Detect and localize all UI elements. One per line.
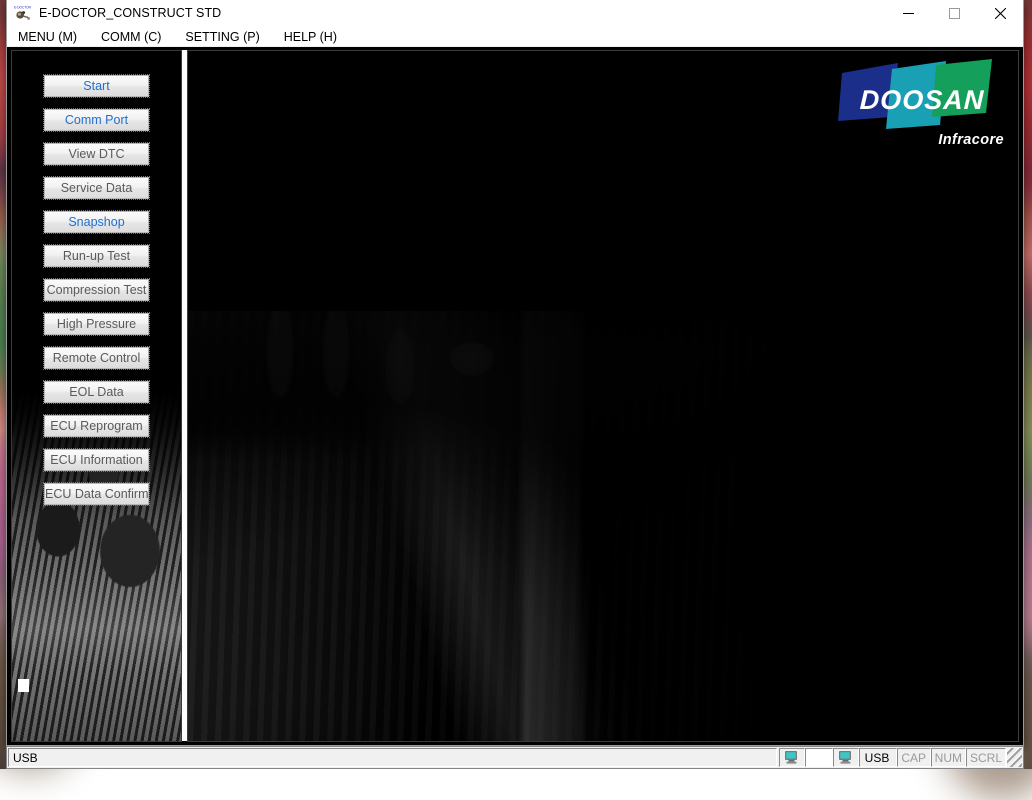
sidebar-button-ecu-data-confirm[interactable]: ECU Data Confirm: [43, 482, 150, 506]
logo-wordmark: DOOSAN: [859, 85, 985, 115]
status-bar: USB USB CAP NUM SCRL: [6, 746, 1024, 769]
menu-item-help[interactable]: HELP (H): [282, 29, 339, 45]
sidebar-button-remote-control[interactable]: Remote Control: [43, 346, 150, 370]
sidebar-scroll-thumb[interactable]: [18, 679, 29, 692]
sidebar-button-high-pressure[interactable]: High Pressure: [43, 312, 150, 336]
status-message: USB: [8, 748, 777, 767]
resize-grip[interactable]: [1006, 748, 1022, 767]
menu-item-comm[interactable]: COMM (C): [99, 29, 163, 45]
close-button[interactable]: [977, 0, 1023, 27]
sidebar-button-start[interactable]: Start: [43, 74, 150, 98]
minimize-button[interactable]: [885, 0, 931, 27]
sidebar-button-list: Start Comm Port View DTC Service Data Sn…: [12, 51, 181, 517]
sidebar-button-snapshop[interactable]: Snapshop: [43, 210, 150, 234]
sidebar-button-ecu-reprogram[interactable]: ECU Reprogram: [43, 414, 150, 438]
num-lock-indicator: NUM: [930, 748, 966, 767]
menu-item-menu[interactable]: MENU (M): [16, 29, 79, 45]
scroll-lock-indicator: SCRL: [965, 748, 1006, 767]
computer-icon: [832, 748, 859, 767]
main-display-panel: DOOSAN Infracore: [187, 50, 1019, 742]
sidebar-button-compression-test[interactable]: Compression Test: [43, 278, 150, 302]
computer-icon: [778, 748, 805, 767]
caps-lock-indicator: CAP: [896, 748, 931, 767]
connection-type-label: USB: [858, 748, 897, 767]
status-indicator-group: USB CAP NUM SCRL: [778, 748, 1022, 767]
sidebar-button-eol-data[interactable]: EOL Data: [43, 380, 150, 404]
sidebar-button-comm-port[interactable]: Comm Port: [43, 108, 150, 132]
svg-text:E-DOCTOR: E-DOCTOR: [14, 5, 32, 9]
doosan-infracore-logo: DOOSAN Infracore: [836, 59, 1006, 151]
window-title: E-DOCTOR_CONSTRUCT STD: [39, 6, 222, 20]
e-doctor-device-icon: E-DOCTOR: [14, 4, 32, 22]
sidebar-button-service-data[interactable]: Service Data: [43, 176, 150, 200]
menu-bar: MENU (M) COMM (C) SETTING (P) HELP (H): [7, 27, 1023, 47]
engine-background-image: [188, 311, 808, 741]
logo-subtitle: Infracore: [938, 132, 1004, 148]
function-sidebar: Start Comm Port View DTC Service Data Sn…: [11, 50, 182, 742]
sidebar-button-view-dtc[interactable]: View DTC: [43, 142, 150, 166]
maximize-button[interactable]: [931, 0, 977, 27]
menu-item-setting[interactable]: SETTING (P): [183, 29, 261, 45]
client-area: Start Comm Port View DTC Service Data Sn…: [7, 47, 1023, 745]
window-controls: [885, 0, 1023, 27]
application-window: E-DOCTOR E-DOCTOR_CONSTRUCT STD MENU (M)…: [6, 0, 1024, 746]
sidebar-button-ecu-information[interactable]: ECU Information: [43, 448, 150, 472]
sidebar-button-run-up-test[interactable]: Run-up Test: [43, 244, 150, 268]
connection-progress-pane: [804, 748, 833, 767]
title-bar[interactable]: E-DOCTOR E-DOCTOR_CONSTRUCT STD: [7, 0, 1023, 27]
